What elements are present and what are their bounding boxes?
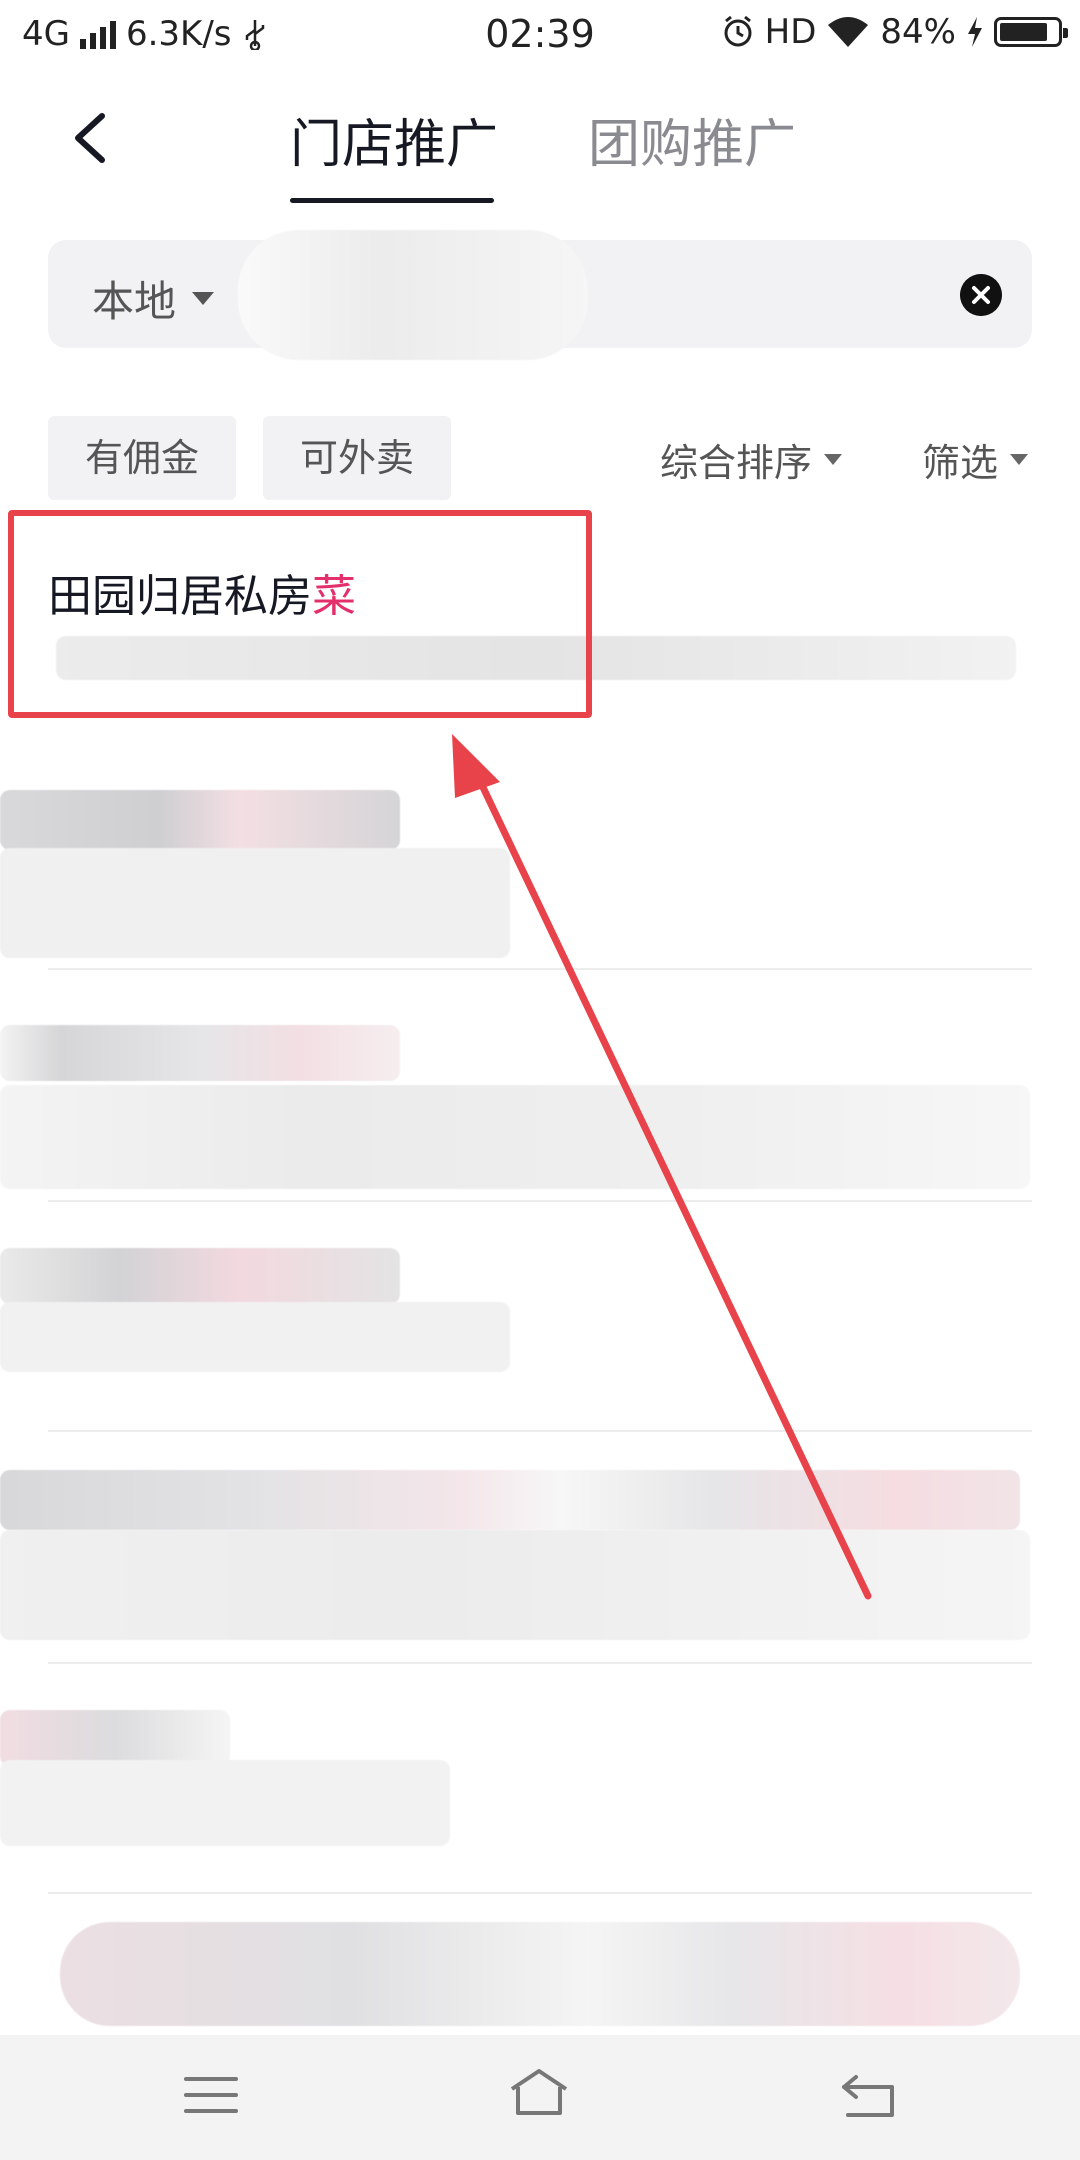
redacted-row [0,1710,230,1766]
redacted-row [60,1922,1020,2026]
battery-percent: 84% [880,12,956,52]
tab-store-promotion[interactable]: 门店推广 [290,102,498,177]
redacted-row [0,1302,510,1372]
caret-down-icon [192,292,215,305]
system-nav-bar [0,2035,1080,2160]
sort-dropdown[interactable]: 综合排序 [660,432,843,487]
home-icon[interactable] [506,2065,572,2125]
region-dropdown[interactable]: 本地 [92,268,215,329]
alarm-icon [724,15,752,47]
region-label: 本地 [92,277,177,326]
wifi-icon [828,17,869,47]
status-right: HD 84% [721,12,1068,52]
filter-label: 筛选 [922,441,999,485]
filter-chip-takeout[interactable]: 可外卖 [263,416,451,500]
redacted-row [0,790,400,850]
clear-icon[interactable] [960,274,1002,316]
row-separator [48,1662,1032,1664]
status-bar: 4G 6.3K/s 02:39 HD 84% [0,0,1080,72]
search-bar: 本地 [48,230,1032,360]
caret-down-icon [1010,454,1029,465]
tab-group-buy-promotion[interactable]: 团购推广 [588,102,796,177]
battery-fill [1000,23,1048,41]
hd-label: HD [764,12,817,52]
row-separator [48,968,1032,970]
row-separator [48,1200,1032,1202]
caret-down-icon [824,454,843,465]
sort-label: 综合排序 [660,441,813,485]
filter-dropdown[interactable]: 筛选 [922,432,1029,487]
redacted-row [0,1470,1020,1530]
redacted-row [0,1530,1030,1640]
charging-icon [968,17,982,47]
active-tab-indicator [290,198,494,203]
filter-chip-commission[interactable]: 有佣金 [48,416,236,500]
redacted-row [0,1025,400,1081]
row-separator [48,1430,1032,1432]
back-arrow-icon[interactable] [62,108,122,168]
menu-icon[interactable] [178,2065,244,2125]
annotation-highlight-box [8,510,592,718]
redacted-row [0,1085,1030,1189]
search-query-redacted [238,230,588,360]
row-separator [48,1892,1032,1894]
redacted-row [0,848,510,958]
redacted-row [0,1248,400,1304]
back-nav-icon[interactable] [836,2065,902,2125]
battery-icon [994,17,1068,47]
redacted-row [0,1760,450,1846]
